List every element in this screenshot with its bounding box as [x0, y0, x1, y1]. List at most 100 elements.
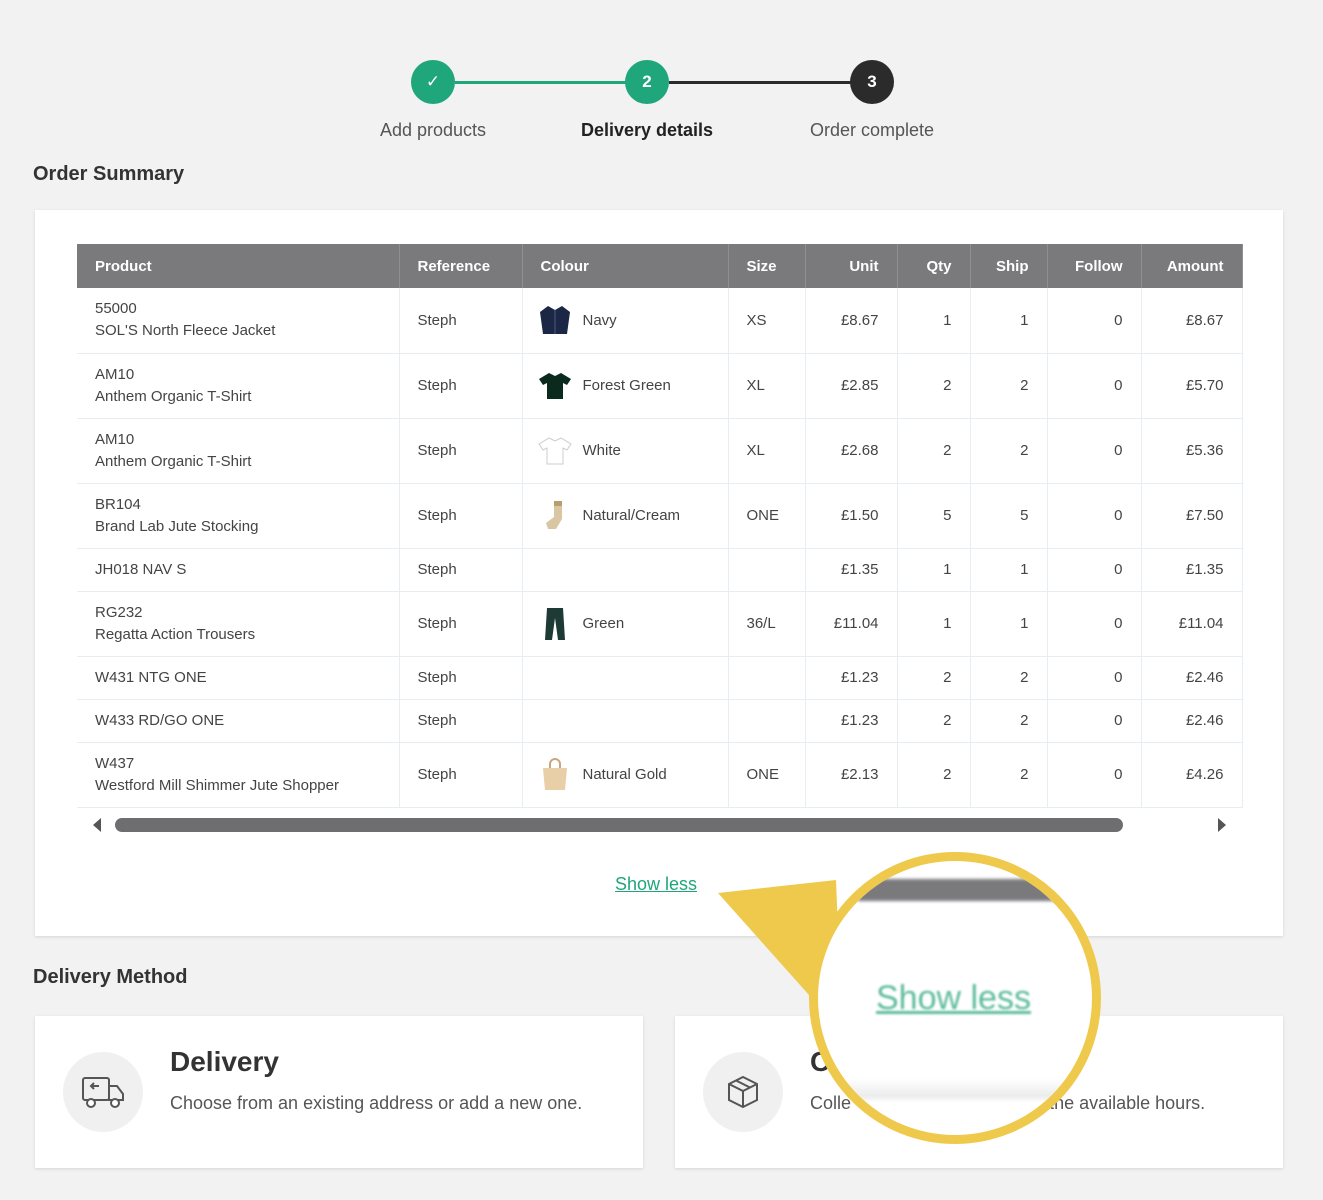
col-colour[interactable]: Colour [522, 244, 729, 288]
jacket-icon [537, 302, 573, 338]
unit-price-cell: £1.23 [805, 699, 898, 743]
product-name: SOL'S North Fleece Jacket [95, 322, 276, 340]
step-1-label: Add products [379, 120, 487, 140]
product-name: Regatta Action Trousers [95, 625, 256, 643]
product-code: BR104 [95, 495, 141, 513]
product-name: Westford Mill Shimmer Jute Shopper [95, 776, 339, 794]
delivery-option-title: Delivery [170, 1046, 279, 1077]
colour-cell: Green [522, 591, 729, 657]
table-row: W433 RD/GO ONE Steph £1.23 2 2 0 £2.46 [77, 699, 1243, 743]
ship-cell: 1 [970, 591, 1048, 657]
amount-cell: £1.35 [1141, 548, 1243, 592]
table-row: W437 Westford Mill Shimmer Jute Shopper St… [77, 742, 1243, 808]
ship-cell: 2 [970, 353, 1048, 419]
colour-cell [522, 699, 729, 743]
stocking-icon [537, 498, 573, 534]
size-cell: ONE [728, 742, 806, 808]
table-row: 55000 SOL'S North Fleece Jacket Steph Navy X… [77, 288, 1243, 354]
product-cell: W431 NTG ONE [77, 656, 400, 700]
scrollbar-thumb[interactable] [115, 818, 1123, 832]
zoom-show-less-text: Show less [876, 979, 1031, 1017]
qty-cell: 2 [897, 353, 971, 419]
col-follow[interactable]: Follow [1047, 244, 1142, 288]
scroll-left-arrow-icon[interactable] [93, 818, 101, 832]
reference-cell: Steph [399, 353, 523, 419]
collection-option-title: C [810, 1046, 831, 1077]
col-amount[interactable]: Amount [1141, 244, 1243, 288]
table-row: W431 NTG ONE Steph £1.23 2 2 0 £2.46 [77, 656, 1243, 700]
product-code: AM10 [95, 430, 135, 448]
show-less-link[interactable]: Show less [615, 874, 697, 895]
table-header-row: Product Reference Colour Size Unit Qty S… [77, 244, 1243, 288]
unit-price-cell: £2.13 [805, 742, 898, 808]
reference-cell: Steph [399, 288, 523, 354]
order-summary-card: Product Reference Colour Size Unit Qty S… [35, 210, 1283, 936]
delivery-option-card[interactable]: Delivery Choose from an existing address… [35, 1016, 643, 1168]
tshirt-icon [537, 433, 573, 469]
amount-cell: £4.26 [1141, 742, 1243, 808]
unit-price-cell: £1.50 [805, 483, 898, 549]
amount-cell: £2.46 [1141, 656, 1243, 700]
reference-cell: Steph [399, 591, 523, 657]
scroll-right-arrow-icon[interactable] [1218, 818, 1226, 832]
follow-cell: 0 [1047, 591, 1142, 657]
unit-price-cell: £2.85 [805, 353, 898, 419]
colour-cell: White [522, 418, 729, 484]
follow-cell: 0 [1047, 742, 1142, 808]
reference-cell: Steph [399, 483, 523, 549]
ship-cell: 2 [970, 656, 1048, 700]
ship-cell: 1 [970, 548, 1048, 592]
product-cell: AM10 Anthem Organic T-Shirt [77, 418, 400, 484]
col-product[interactable]: Product [77, 244, 400, 288]
col-size[interactable]: Size [728, 244, 806, 288]
unit-price-cell: £11.04 [805, 591, 898, 657]
col-qty[interactable]: Qty [897, 244, 971, 288]
step-3-marker: 3 [850, 60, 894, 104]
table-horizontal-scrollbar[interactable] [77, 814, 1242, 836]
collection-option-card[interactable]: C Colle ween the available hours. [675, 1016, 1283, 1168]
delivery-option-description: Choose from an existing address or add a… [170, 1093, 583, 1113]
colour-cell: Natural/Cream [522, 483, 729, 549]
reference-cell: Steph [399, 656, 523, 700]
colour-cell [522, 548, 729, 592]
size-cell [728, 548, 806, 592]
product-cell: W437 Westford Mill Shimmer Jute Shopper [77, 742, 400, 808]
size-cell: ONE [728, 483, 806, 549]
colour-name: Natural/Cream [582, 507, 681, 524]
col-unit[interactable]: Unit [805, 244, 898, 288]
follow-cell: 0 [1047, 418, 1142, 484]
product-code: JH018 NAV S [95, 560, 187, 578]
product-cell: BR104 Brand Lab Jute Stocking [77, 483, 400, 549]
product-name: Anthem Organic T-Shirt [95, 452, 252, 470]
follow-cell: 0 [1047, 656, 1142, 700]
qty-cell: 2 [897, 656, 971, 700]
amount-cell: £7.50 [1141, 483, 1243, 549]
follow-cell: 0 [1047, 483, 1142, 549]
product-cell: W433 RD/GO ONE [77, 699, 400, 743]
unit-price-cell: £1.23 [805, 656, 898, 700]
product-cell: AM10 Anthem Organic T-Shirt [77, 353, 400, 419]
size-cell: XL [728, 353, 806, 419]
follow-cell: 0 [1047, 353, 1142, 419]
col-ship[interactable]: Ship [970, 244, 1048, 288]
reference-cell: Steph [399, 418, 523, 484]
step-connector-complete [455, 81, 627, 84]
unit-price-cell: £2.68 [805, 418, 898, 484]
ship-cell: 2 [970, 699, 1048, 743]
amount-cell: £8.67 [1141, 288, 1243, 354]
reference-cell: Steph [399, 742, 523, 808]
reference-cell: Steph [399, 699, 523, 743]
reference-cell: Steph [399, 548, 523, 592]
product-code: AM10 [95, 365, 135, 383]
colour-name: Green [582, 615, 625, 632]
product-cell: RG232 Regatta Action Trousers [77, 591, 400, 657]
product-cell: JH018 NAV S [77, 548, 400, 592]
colour-name: Forest Green [582, 377, 671, 394]
tshirt-icon [537, 368, 573, 404]
ship-cell: 1 [970, 288, 1048, 354]
collection-option-description: Colle ween the available hours. [810, 1093, 1206, 1113]
amount-cell: £5.36 [1141, 418, 1243, 484]
size-cell [728, 699, 806, 743]
follow-cell: 0 [1047, 699, 1142, 743]
col-reference[interactable]: Reference [399, 244, 523, 288]
